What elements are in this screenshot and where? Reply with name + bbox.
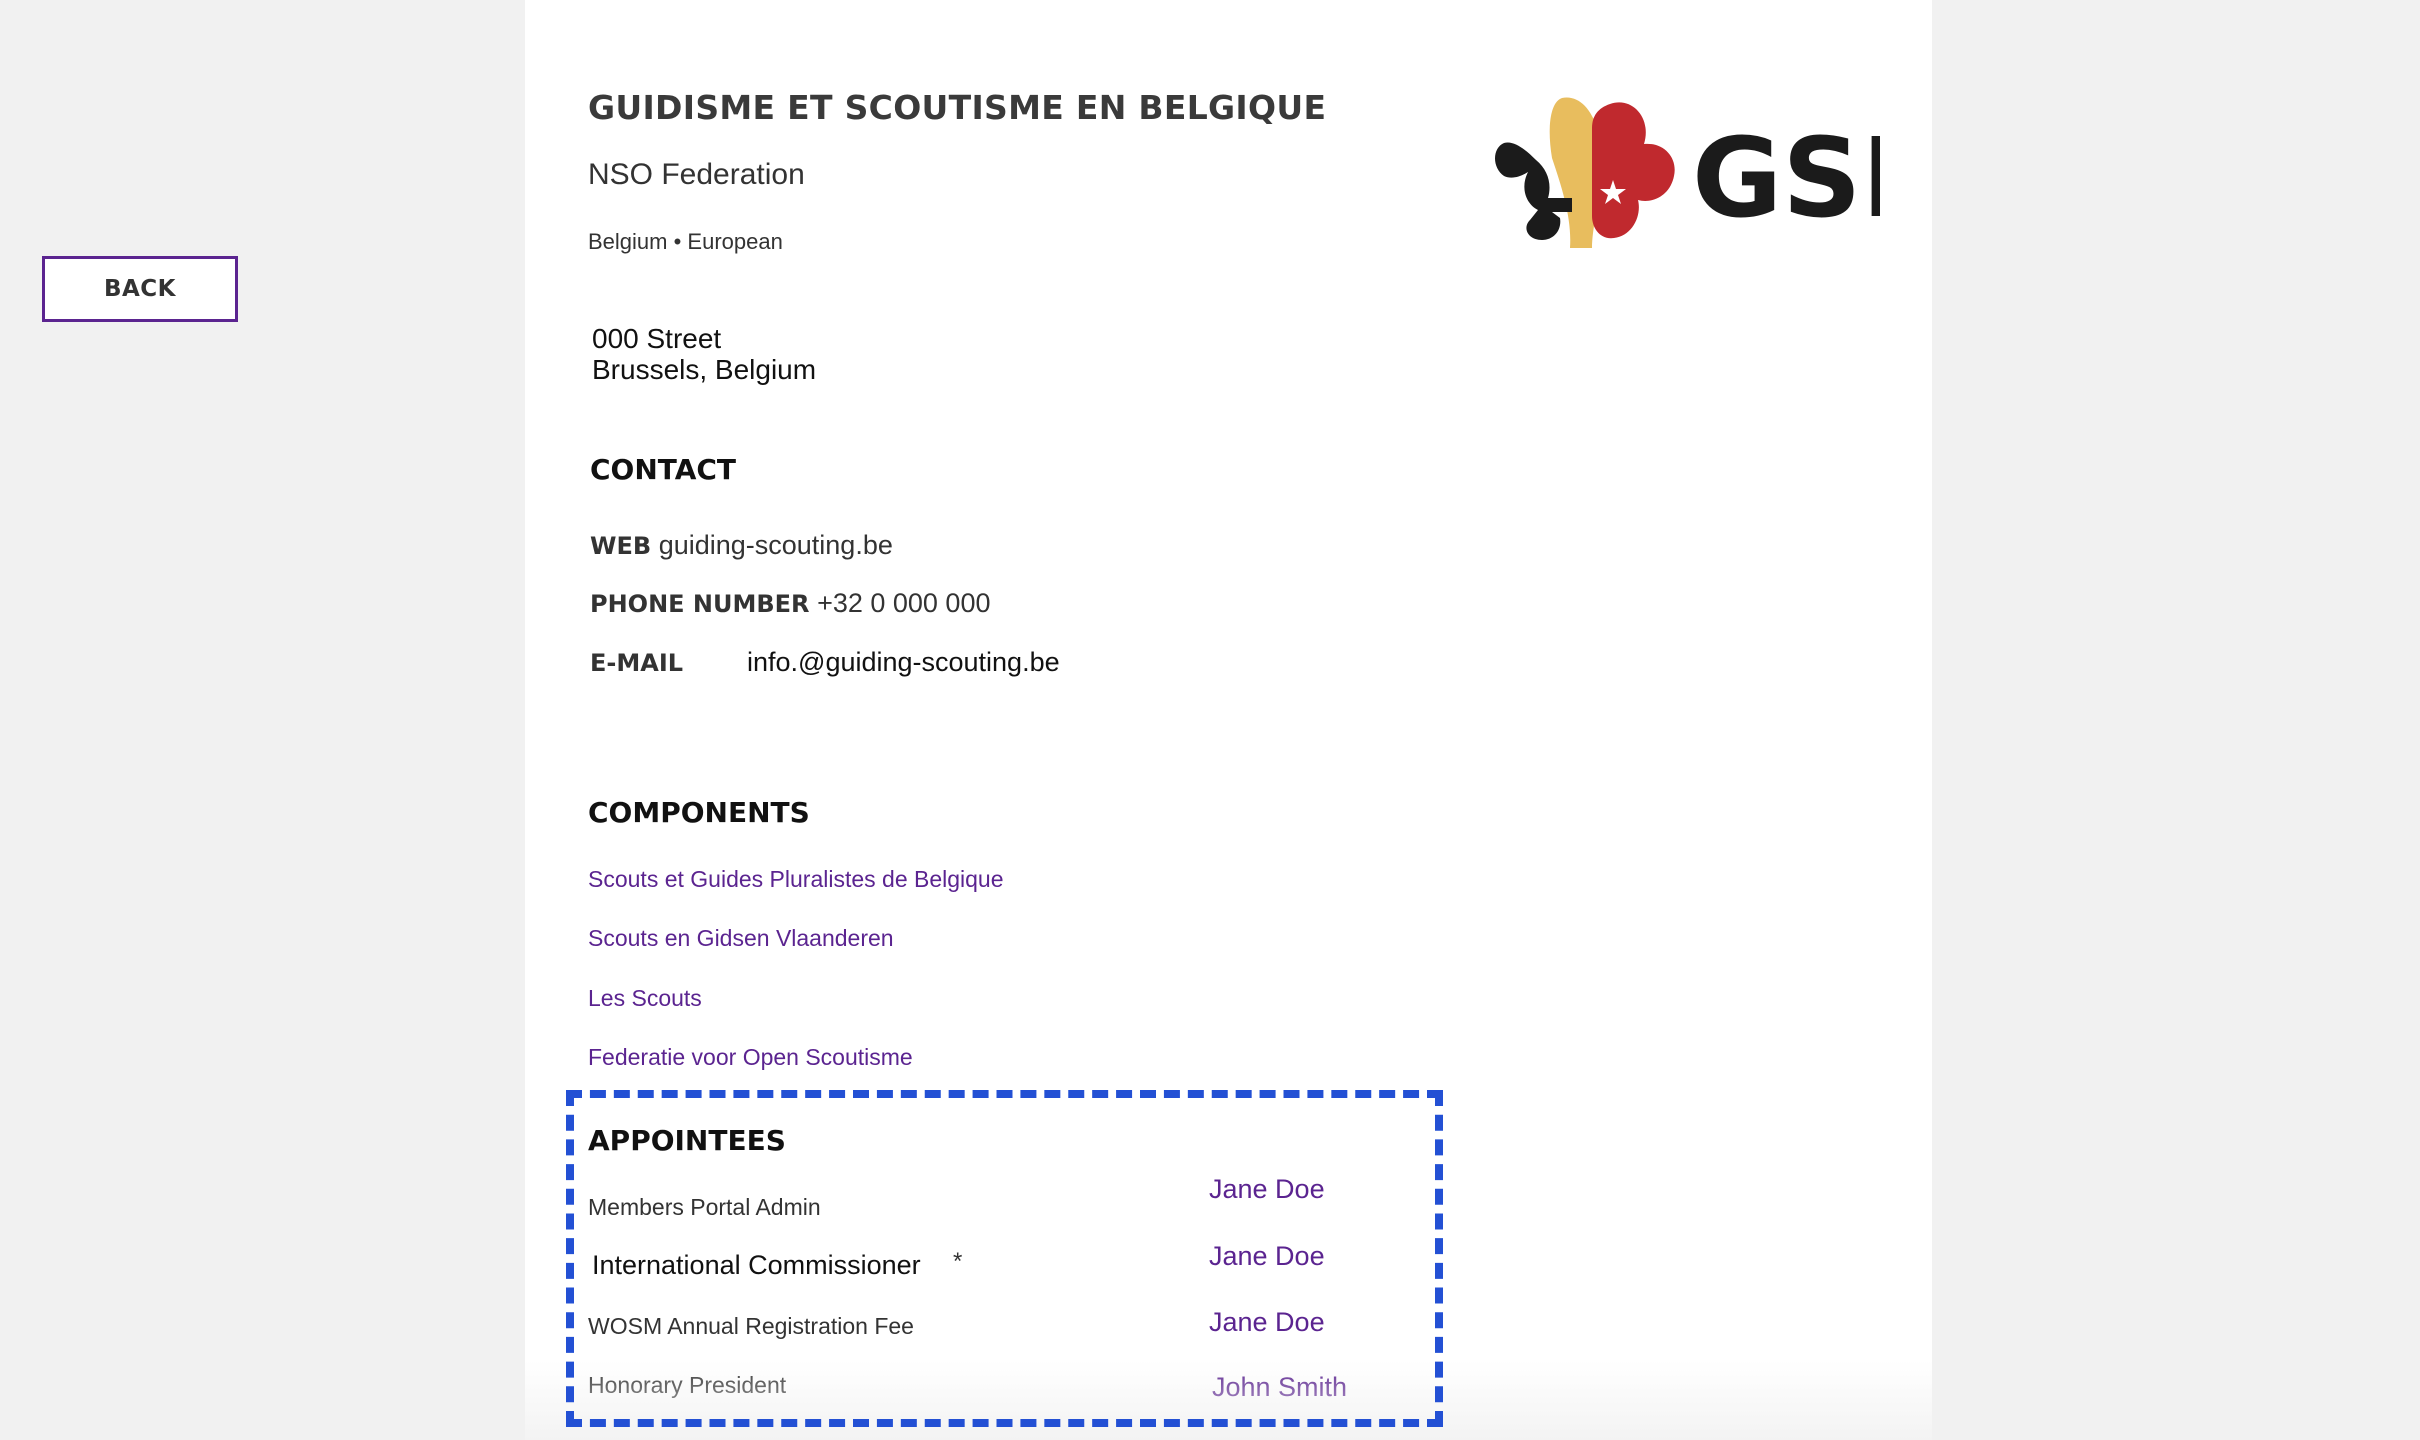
component-link[interactable]: Federatie voor Open Scoutisme xyxy=(588,1044,913,1071)
fleur-de-lis-logo-icon: GSB xyxy=(1495,97,1945,248)
appointee-role: Honorary President xyxy=(588,1372,787,1398)
appointee-name-link[interactable]: Jane Doe xyxy=(1209,1241,1325,1272)
appointee-role: International Commissioner xyxy=(592,1250,921,1280)
org-subtitle: NSO Federation xyxy=(588,158,805,191)
address-block: 000 Street Brussels, Belgium xyxy=(592,323,816,385)
contact-phone-row: PHONE NUMBER +32 0 000 000 xyxy=(590,588,990,619)
web-label: WEB xyxy=(590,532,652,560)
component-link[interactable]: Scouts en Gidsen Vlaanderen xyxy=(588,925,894,952)
back-button[interactable]: BACK xyxy=(42,256,238,322)
appointee-role: WOSM Annual Registration Fee xyxy=(588,1313,914,1339)
component-link[interactable]: Les Scouts xyxy=(588,985,702,1012)
phone-label: PHONE NUMBER xyxy=(590,590,810,618)
appointee-name-link[interactable]: Jane Doe xyxy=(1209,1307,1325,1338)
organization-card: GUIDISME ET SCOUTISME EN BELGIQUE NSO Fe… xyxy=(525,0,1945,1440)
contact-heading: CONTACT xyxy=(590,453,737,486)
components-heading: COMPONENTS xyxy=(588,796,810,829)
address-line-1: 000 Street xyxy=(592,323,722,354)
logo-wordmark: GSB xyxy=(1692,114,1880,242)
email-value[interactable]: info.@guiding-scouting.be xyxy=(747,647,1060,678)
address-line-2: Brussels, Belgium xyxy=(592,354,817,385)
org-region: Belgium • European xyxy=(588,229,783,254)
required-marker: * xyxy=(953,1248,963,1275)
appointees-heading: APPOINTEES xyxy=(588,1124,786,1157)
appointee-name-link[interactable]: John Smith xyxy=(1212,1372,1347,1403)
contact-email-row: E-MAIL info.@guiding-scouting.be xyxy=(590,647,1060,678)
appointee-role: Members Portal Admin xyxy=(588,1194,821,1220)
org-title: GUIDISME ET SCOUTISME EN BELGIQUE xyxy=(588,88,1327,127)
web-value[interactable]: guiding-scouting.be xyxy=(659,530,893,560)
phone-value[interactable]: +32 0 000 000 xyxy=(817,588,990,618)
contact-web-row: WEB guiding-scouting.be xyxy=(590,530,893,561)
appointee-name-link[interactable]: Jane Doe xyxy=(1209,1174,1325,1205)
component-link[interactable]: Scouts et Guides Pluralistes de Belgique xyxy=(588,866,1004,893)
email-label: E-MAIL xyxy=(590,649,684,677)
gsb-logo: GSB xyxy=(1492,88,1945,254)
